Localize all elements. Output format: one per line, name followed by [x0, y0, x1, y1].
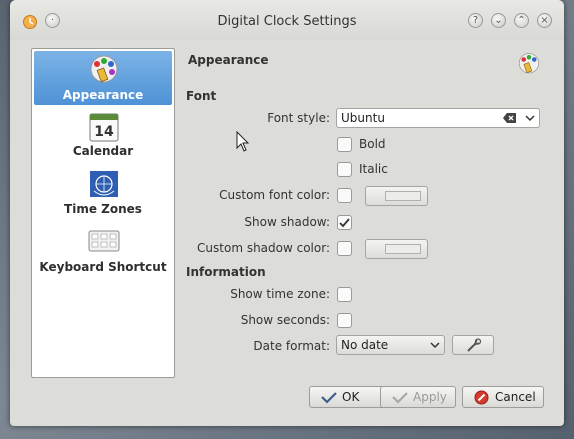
sidebar-item-keyboard-shortcut[interactable]: Keyboard Shortcut	[34, 225, 172, 277]
cancel-button[interactable]: Cancel	[462, 386, 544, 408]
shadow-color-swatch	[385, 244, 421, 254]
font-style-combo[interactable]: Ubuntu	[336, 108, 540, 128]
settings-dialog: · Digital Clock Settings ? ⌄ ⌃ × Appeara…	[10, 0, 564, 426]
information-group-title: Information	[186, 265, 266, 279]
font-style-value: Ubuntu	[341, 111, 385, 125]
close-icon[interactable]: ×	[537, 13, 552, 28]
sidebar-item-label: Keyboard Shortcut	[39, 260, 167, 274]
page-title: Appearance	[188, 53, 269, 67]
show-shadow-label: Show shadow:	[244, 215, 330, 229]
show-seconds-checkbox[interactable]	[337, 313, 352, 328]
font-color-button[interactable]	[365, 186, 428, 206]
sidebar-item-label: Appearance	[62, 88, 144, 102]
custom-shadow-color-label: Custom shadow color:	[197, 241, 330, 255]
title-bar: · Digital Clock Settings ? ⌄ ⌃ ×	[10, 0, 564, 40]
shadow-color-button[interactable]	[365, 239, 428, 259]
minimize-icon[interactable]: ⌄	[491, 13, 506, 28]
sidebar-item-calendar[interactable]: 14 Calendar	[34, 109, 172, 161]
clear-text-icon[interactable]	[503, 112, 517, 124]
bold-label: Bold	[359, 137, 386, 151]
date-format-value: No date	[341, 338, 389, 352]
cancel-label: Cancel	[495, 390, 536, 404]
date-format-label: Date format:	[253, 339, 330, 353]
bold-checkbox[interactable]	[337, 137, 352, 152]
show-time-zone-checkbox[interactable]	[337, 287, 352, 302]
date-format-combo[interactable]: No date	[336, 335, 445, 355]
help-icon[interactable]: ?	[468, 13, 483, 28]
date-format-config-button[interactable]	[452, 335, 494, 355]
ok-button[interactable]: OK	[309, 386, 385, 408]
show-time-zone-label: Show time zone:	[230, 287, 330, 301]
calendar-icon: 14	[89, 113, 119, 142]
font-group-title: Font	[186, 89, 217, 103]
apply-button[interactable]: Apply	[380, 386, 456, 408]
custom-shadow-color-checkbox[interactable]	[337, 241, 352, 256]
checkmark-icon	[339, 218, 350, 228]
apply-label: Apply	[413, 390, 447, 404]
sidebar-item-appearance[interactable]: Appearance	[34, 51, 172, 105]
apply-check-icon	[392, 392, 408, 404]
sidebar-item-label: Calendar	[72, 144, 134, 158]
show-seconds-label: Show seconds:	[240, 313, 330, 327]
maximize-icon[interactable]: ⌃	[514, 13, 529, 28]
cancel-icon	[474, 390, 489, 405]
mouse-cursor-icon	[236, 131, 250, 152]
wrench-icon	[467, 338, 482, 352]
ok-label: OK	[342, 390, 360, 404]
chevron-down-icon	[430, 342, 440, 349]
appearance-header-icon	[518, 53, 540, 74]
italic-label: Italic	[359, 162, 388, 176]
custom-font-color-checkbox[interactable]	[337, 188, 352, 203]
sidebar-item-label: Time Zones	[64, 202, 142, 216]
sidebar-item-time-zones[interactable]: Time Zones	[34, 167, 172, 219]
category-list: Appearance 14 Calendar Time Zones Keyboa…	[31, 48, 175, 378]
globe-icon	[90, 171, 118, 197]
ok-check-icon	[321, 392, 337, 404]
appearance-icon	[90, 55, 118, 83]
keyboard-icon	[88, 230, 120, 252]
custom-font-color-label: Custom font color:	[219, 188, 330, 202]
italic-checkbox[interactable]	[337, 162, 352, 177]
calendar-day: 14	[94, 124, 114, 140]
chevron-down-icon	[525, 115, 535, 122]
show-shadow-checkbox[interactable]	[337, 215, 352, 230]
font-style-label: Font style:	[267, 111, 330, 125]
font-color-swatch	[385, 191, 421, 201]
